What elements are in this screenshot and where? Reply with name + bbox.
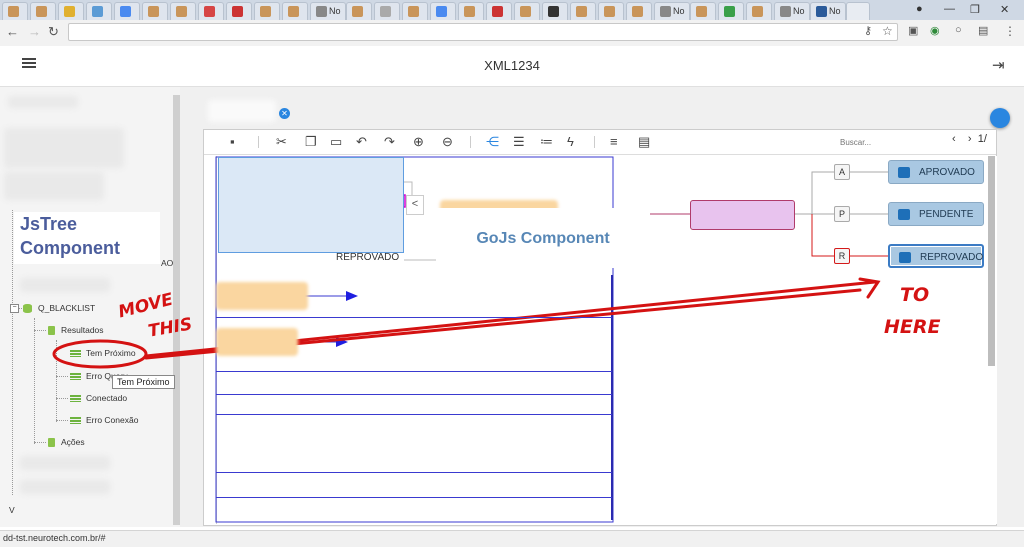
annotation-text: HERE <box>884 316 941 338</box>
node-label: REPROVADO <box>336 252 400 263</box>
branch-box[interactable]: A <box>834 164 850 180</box>
result-icon <box>898 167 910 178</box>
status-bar: dd-tst.neurotech.com.br/# <box>0 530 1024 547</box>
lane-line <box>216 394 612 395</box>
result-node-selected[interactable]: REPROVADO <box>888 244 984 268</box>
result-label: PENDENTE <box>919 209 974 220</box>
branch-box[interactable]: R <box>834 248 850 264</box>
diagram-node-selected[interactable] <box>690 200 795 230</box>
lane-line <box>216 414 612 415</box>
diagram-node[interactable] <box>216 282 308 310</box>
annotation-text: TO <box>900 284 930 306</box>
result-node[interactable]: APROVADO <box>888 160 984 184</box>
lane-line <box>216 317 612 318</box>
branch-box[interactable]: P <box>834 206 850 222</box>
lane-line <box>216 497 612 498</box>
diagram-overview[interactable] <box>218 157 404 253</box>
annotation-circle <box>52 339 148 369</box>
branch-link <box>794 171 834 215</box>
arrow-head <box>346 291 358 301</box>
branch-link-highlight <box>811 214 834 257</box>
lane-line <box>216 371 612 372</box>
overview-toggle-icon[interactable]: < <box>406 195 424 215</box>
lane-line <box>216 472 612 473</box>
diagram-links <box>52 156 888 523</box>
gojs-component-label: GoJs Component <box>436 208 650 268</box>
result-label: APROVADO <box>919 167 975 178</box>
annotation-arrow-head <box>858 277 881 299</box>
diagram-node[interactable] <box>216 328 298 356</box>
result-label: REPROVADO <box>920 252 984 263</box>
result-icon <box>898 209 910 220</box>
status-url: dd-tst.neurotech.com.br/# <box>3 533 106 543</box>
result-icon <box>899 252 911 263</box>
result-node[interactable]: PENDENTE <box>888 202 984 226</box>
